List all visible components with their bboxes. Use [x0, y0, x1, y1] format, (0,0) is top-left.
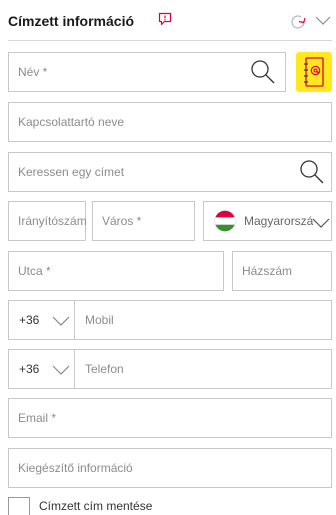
- hungary-flag-icon: [214, 210, 236, 232]
- search-icon[interactable]: [299, 159, 325, 185]
- save-address-checkbox[interactable]: [8, 497, 30, 515]
- header-divider: [8, 40, 332, 41]
- country-select[interactable]: Magyarország: [203, 201, 332, 241]
- address-book-icon: [304, 57, 324, 87]
- country-code-select[interactable]: +36: [9, 301, 75, 339]
- address-book-button[interactable]: [296, 52, 332, 92]
- phone-field[interactable]: +36 Telefon: [8, 349, 332, 389]
- house-number-field[interactable]: Házszám: [232, 251, 332, 291]
- chevron-down-icon: [52, 316, 70, 326]
- city-field[interactable]: Város *: [92, 201, 195, 241]
- search-icon[interactable]: [250, 59, 276, 85]
- email-field[interactable]: Email *: [8, 398, 332, 438]
- comment-icon[interactable]: [158, 12, 172, 26]
- contact-name-field[interactable]: Kapcsolattartó neve: [8, 102, 332, 142]
- save-address-label[interactable]: Címzett cím mentése: [39, 499, 152, 513]
- country-code-select[interactable]: +36: [9, 350, 75, 388]
- chevron-down-icon: [52, 365, 70, 375]
- extra-info-field[interactable]: Kiegészítő információ: [8, 448, 332, 488]
- postal-code-field[interactable]: Irányítószám *: [8, 201, 86, 241]
- section-header: Címzett információ: [8, 10, 332, 34]
- section-title: Címzett információ: [8, 13, 135, 29]
- refresh-icon[interactable]: [288, 12, 308, 32]
- name-field[interactable]: Név *: [8, 52, 286, 92]
- chevron-down-icon: [312, 218, 330, 228]
- street-field[interactable]: Utca *: [8, 251, 224, 291]
- mobile-field[interactable]: +36 Mobil: [8, 300, 332, 340]
- chevron-down-icon[interactable]: [314, 14, 332, 28]
- address-search-field[interactable]: Keressen egy címet: [8, 152, 332, 192]
